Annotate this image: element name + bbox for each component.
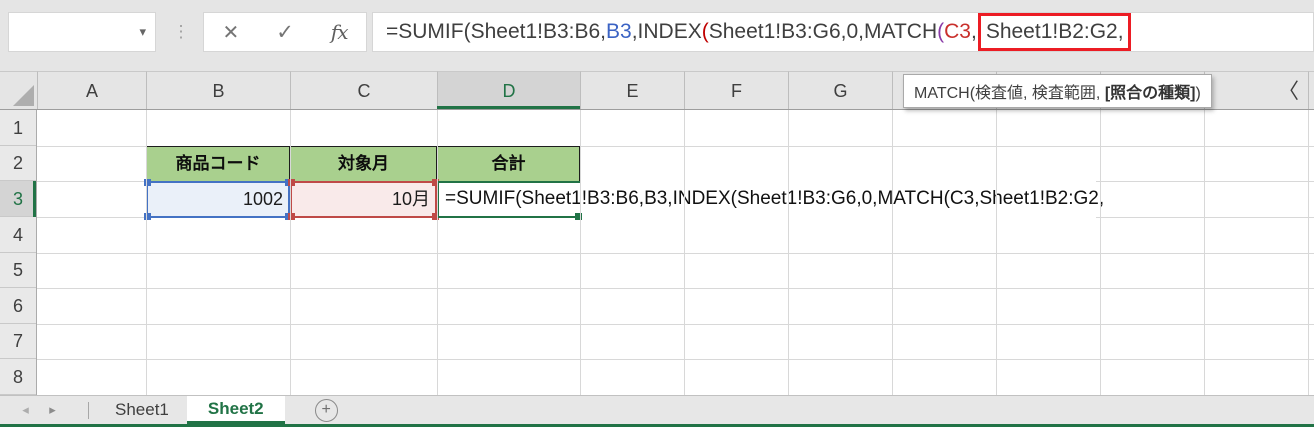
selected-row-accent: [33, 181, 36, 217]
formula-segment: (: [701, 20, 709, 43]
gridline: [788, 110, 789, 395]
insert-function-button[interactable]: fx: [331, 20, 349, 44]
gridline: [1204, 110, 1205, 395]
tab-divider: [88, 401, 89, 419]
cell-b3-product-code-value[interactable]: 1002: [144, 179, 292, 220]
formula-segment: Sheet1!B3:G6,0,MATCH: [708, 20, 938, 43]
row-headers: 12345678: [0, 110, 37, 395]
function-argument-tooltip: MATCH(検査値, 検査範囲, [照合の種類]): [903, 74, 1212, 108]
column-header-C[interactable]: C: [290, 71, 437, 109]
cell-c3-text: 10月: [391, 189, 430, 209]
formula-segment: ,: [970, 20, 977, 43]
chevron-mark: 〈: [1278, 80, 1299, 103]
cell-b3-text: 1002: [242, 189, 283, 209]
row-header-1[interactable]: 1: [0, 110, 36, 146]
sheet-tabs: Sheet1 Sheet2: [97, 396, 285, 424]
gridline: [892, 110, 893, 395]
sheet-tab-bar: ◂ ▸ Sheet1 Sheet2 +: [0, 395, 1314, 424]
row-header-4[interactable]: 4: [0, 217, 36, 253]
gridline: [37, 359, 1314, 360]
gridline: [37, 288, 1314, 289]
tab-scroll-right-icon[interactable]: ▸: [39, 396, 66, 424]
formula-segment: C3: [944, 20, 971, 43]
formula-segment: B3: [606, 20, 632, 43]
gridline: [437, 110, 438, 395]
formula-text: =SUMIF(Sheet1!B3:B6, B3 ,INDEX(Sheet1!B3:G…: [386, 13, 1131, 51]
row-header-8[interactable]: 8: [0, 359, 36, 395]
formula-segment: ,INDEX: [631, 20, 702, 43]
cell-d2-total-header[interactable]: 合計: [437, 146, 580, 182]
row-header-7[interactable]: 7: [0, 324, 36, 359]
formula-buttons-panel: ✕ ✓ fx: [203, 12, 367, 52]
row-header-2[interactable]: 2: [0, 146, 36, 181]
gridline: [996, 110, 997, 395]
gridline: [1308, 110, 1309, 395]
enter-button[interactable]: ✓: [276, 20, 294, 45]
formula-segment: =SUMIF(Sheet1!B3:B6,: [386, 20, 607, 43]
select-all-button[interactable]: [0, 71, 37, 109]
name-box-dropdown-icon[interactable]: ▾: [139, 24, 146, 40]
name-box[interactable]: ▾: [8, 12, 156, 52]
cancel-button[interactable]: ✕: [222, 20, 239, 45]
tooltip-active-argument: [照合の種類]: [1104, 85, 1196, 102]
gridline: [290, 110, 291, 395]
sheet-tab-sheet2[interactable]: Sheet2: [186, 396, 285, 424]
row-header-6[interactable]: 6: [0, 288, 36, 324]
select-all-triangle-icon: [13, 85, 34, 106]
cell-c3-target-month-value[interactable]: 10月: [288, 179, 439, 220]
column-header-D[interactable]: D: [437, 71, 580, 109]
add-sheet-button[interactable]: +: [314, 398, 338, 422]
row-header-3[interactable]: 3: [0, 181, 36, 217]
worksheet-grid: 商品コード 対象月 合計 1002 10月 =SUMIF(Sheet1!B3:B…: [37, 110, 1314, 395]
gridline: [580, 110, 581, 395]
tab-scroll-left-icon[interactable]: ◂: [12, 396, 39, 424]
cell-b2-product-code-header[interactable]: 商品コード: [146, 146, 290, 182]
gridline: [684, 110, 685, 395]
cell-d3-formula-editor[interactable]: =SUMIF(Sheet1!B3:B6,B3,INDEX(Sheet1!B3:G…: [439, 181, 1104, 218]
column-header-F[interactable]: F: [684, 71, 788, 109]
tooltip-prefix: MATCH(検査値, 検査範囲,: [914, 85, 1105, 102]
column-header-E[interactable]: E: [580, 71, 684, 109]
formula-segment: (: [937, 20, 945, 43]
cell-c2-target-month-header[interactable]: 対象月: [290, 146, 437, 182]
gridline: [37, 324, 1314, 325]
formula-bar-strip: ▾ ⋮ ✕ ✓ fx =SUMIF(Sheet1!B3:B6, B3 ,INDEX(…: [0, 0, 1314, 58]
gridline: [146, 110, 147, 395]
column-header-G[interactable]: G: [788, 71, 892, 109]
column-header-B[interactable]: B: [146, 71, 290, 109]
formula-annotation-box: Sheet1!B2:G2,: [977, 13, 1131, 51]
gridline: [37, 253, 1314, 254]
excel-window: ▾ ⋮ ✕ ✓ fx =SUMIF(Sheet1!B3:B6, B3 ,INDEX(…: [0, 0, 1314, 427]
column-header-blank[interactable]: [1308, 71, 1314, 109]
formula-bar-grip-icon[interactable]: ⋮: [170, 12, 192, 52]
selected-column-underline: [437, 106, 580, 109]
gridline: [1100, 110, 1101, 395]
sheet-tab-sheet1[interactable]: Sheet1: [97, 396, 187, 424]
row-header-5[interactable]: 5: [0, 253, 36, 288]
tooltip-suffix: ): [1195, 85, 1201, 102]
column-header-A[interactable]: A: [37, 71, 146, 109]
formula-input[interactable]: =SUMIF(Sheet1!B3:B6, B3 ,INDEX(Sheet1!B3:G…: [372, 12, 1314, 52]
